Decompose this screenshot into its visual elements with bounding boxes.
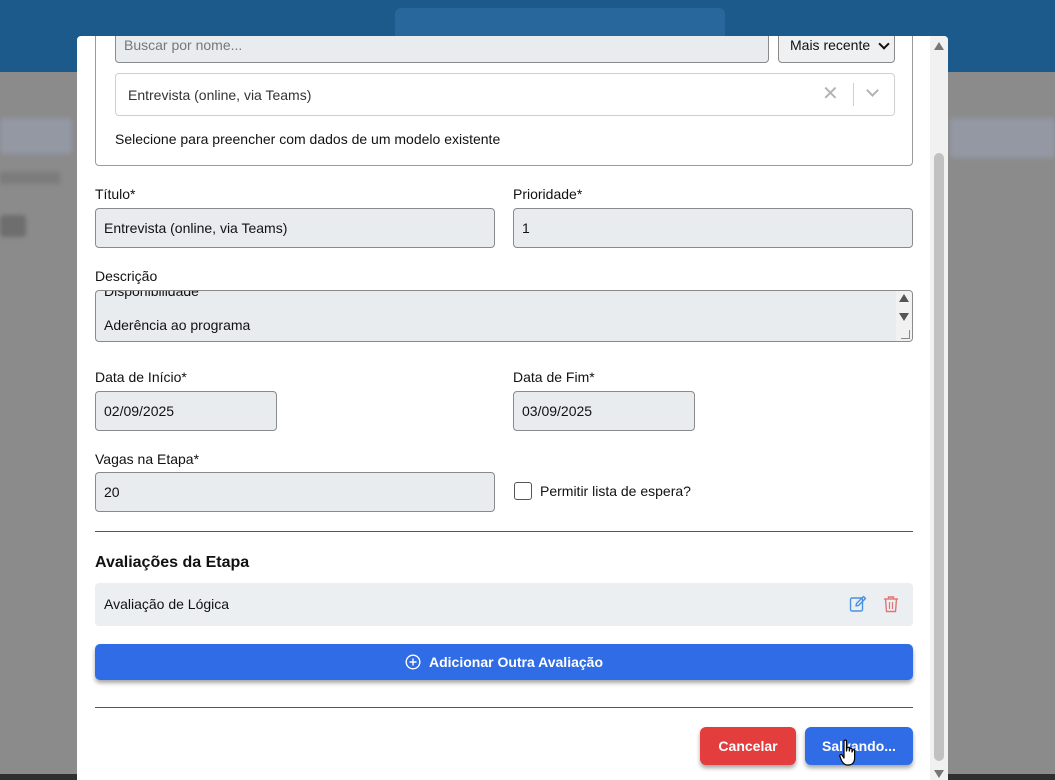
background-title-right	[950, 118, 1055, 158]
title-input[interactable]: Entrevista (online, via Teams)	[95, 208, 495, 248]
chevron-down-icon[interactable]	[866, 84, 879, 97]
slots-input[interactable]: 20	[95, 472, 495, 512]
template-hint-text: Selecione para preencher com dados de um…	[115, 131, 501, 147]
template-combobox-value: Entrevista (online, via Teams)	[128, 86, 312, 103]
title-label: Título*	[95, 186, 136, 202]
hand-cursor-icon	[839, 739, 856, 766]
slots-label: Vagas na Etapa*	[95, 451, 200, 467]
end-date-label: Data de Fim*	[513, 369, 595, 385]
scroll-down-arrow-icon[interactable]	[934, 770, 944, 778]
divider	[95, 707, 913, 708]
background-icon-left	[0, 215, 26, 237]
edit-icon[interactable]	[849, 595, 867, 613]
cancel-button[interactable]: Cancelar	[700, 727, 796, 765]
template-combobox[interactable]: Entrevista (online, via Teams) ✕	[115, 73, 895, 116]
priority-input[interactable]: 1	[513, 208, 913, 248]
start-date-value: 02/09/2025	[104, 403, 175, 419]
scroll-up-arrow-icon[interactable]	[899, 294, 909, 302]
evaluations-section-title: Avaliações da Etapa	[95, 554, 250, 571]
cancel-button-label: Cancelar	[718, 738, 778, 754]
background-subtitle-left	[0, 172, 60, 184]
evaluation-name: Avaliação de Lógica	[104, 596, 230, 612]
modal-content: Mais recente Entrevista (online, via Tea…	[95, 36, 913, 780]
stage-modal: Mais recente Entrevista (online, via Tea…	[77, 36, 948, 780]
combobox-separator	[853, 83, 854, 106]
description-label: Descrição	[95, 268, 158, 284]
chevron-down-icon	[878, 38, 890, 50]
title-input-value: Entrevista (online, via Teams)	[104, 220, 288, 236]
priority-label: Prioridade*	[513, 186, 583, 202]
resize-grip-icon[interactable]	[901, 330, 910, 339]
plus-circle-icon	[405, 654, 421, 670]
priority-input-value: 1	[522, 220, 530, 236]
template-selector-panel: Mais recente Entrevista (online, via Tea…	[95, 36, 913, 166]
end-date-input[interactable]: 03/09/2025	[513, 391, 695, 431]
sort-select[interactable]: Mais recente	[778, 36, 895, 63]
save-button[interactable]: Salvando...	[805, 727, 913, 765]
scroll-up-arrow-icon[interactable]	[934, 42, 944, 50]
slots-input-value: 20	[104, 484, 120, 500]
end-date-value: 03/09/2025	[522, 403, 593, 419]
trash-icon[interactable]	[883, 595, 899, 613]
background-title-left	[0, 118, 72, 154]
divider	[95, 531, 913, 532]
description-line: Disponibilidade	[104, 290, 199, 299]
template-search-input[interactable]	[115, 36, 769, 63]
start-date-input[interactable]: 02/09/2025	[95, 391, 277, 431]
evaluation-item: Avaliação de Lógica	[95, 583, 913, 626]
add-evaluation-button[interactable]: Adicionar Outra Avaliação	[95, 644, 913, 680]
start-date-label: Data de Início*	[95, 369, 187, 385]
waitlist-label[interactable]: Permitir lista de espera?	[540, 483, 691, 499]
scroll-down-arrow-icon[interactable]	[899, 313, 909, 321]
description-line: Aderência ao programa	[104, 317, 251, 333]
description-textarea[interactable]: Disponibilidade Aderência ao programa	[95, 290, 913, 342]
scroll-thumb[interactable]	[934, 153, 944, 761]
clear-icon[interactable]: ✕	[822, 84, 839, 104]
add-evaluation-label: Adicionar Outra Avaliação	[428, 654, 603, 670]
waitlist-checkbox[interactable]	[514, 482, 532, 500]
modal-scrollbar[interactable]	[930, 36, 948, 780]
sort-select-value: Mais recente	[790, 37, 871, 53]
